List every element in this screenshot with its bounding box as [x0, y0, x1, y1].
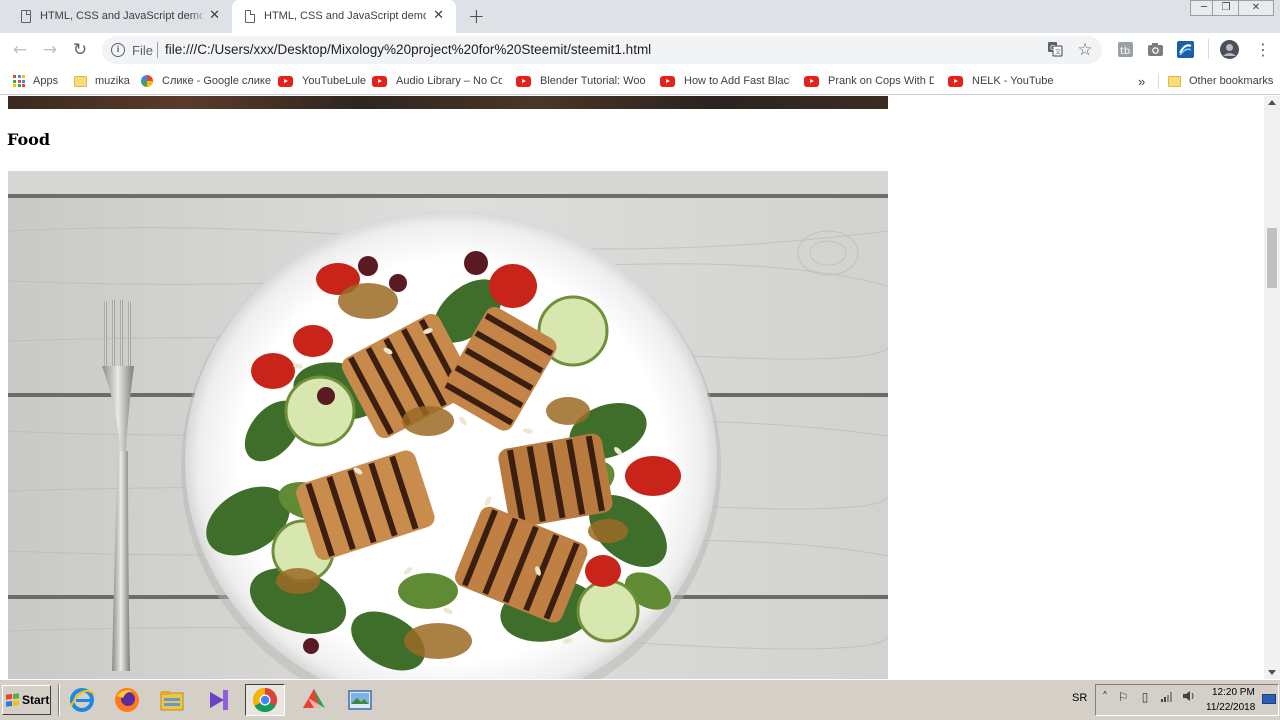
bookmark-label: How to Add Fast Black I	[684, 75, 790, 87]
camera-icon[interactable]	[1147, 41, 1164, 58]
bookmark-label: Apps	[33, 75, 59, 87]
bookmark-apps[interactable]: Apps	[13, 73, 58, 89]
svg-text:文: 文	[1055, 48, 1061, 56]
bookmarks-bar: Apps muzika Слике - Google слике YouTube…	[0, 66, 1280, 95]
tab-close-button[interactable]: ✕	[433, 8, 444, 24]
volume-icon[interactable]	[1182, 690, 1196, 704]
youtube-icon	[660, 75, 675, 87]
image-viewer-icon[interactable]	[340, 684, 380, 716]
clock-date[interactable]: 11/22/2018	[1206, 702, 1255, 713]
taskbar: Start SR ˄ ⚐ ▯ 12:20 PM 11/22/2018	[0, 679, 1280, 720]
tab-title: HTML, CSS and JavaScript demo - Li	[40, 10, 202, 22]
start-button[interactable]: Start	[2, 685, 51, 715]
bookmark-google-photos[interactable]: Слике - Google слике	[141, 73, 271, 89]
bookmark-prank-on-cops[interactable]: Prank on Cops With Do	[804, 73, 934, 89]
action-center-flag-icon[interactable]: ⚐	[1116, 690, 1130, 704]
divider	[1158, 73, 1159, 89]
bookmark-blender-tutorial[interactable]: Blender Tutorial: Wood	[516, 73, 646, 89]
food-image	[8, 171, 888, 679]
show-desktop-icon[interactable]	[1262, 694, 1276, 704]
chrome-icon[interactable]	[245, 684, 285, 716]
youtube-icon	[372, 75, 387, 87]
bookmark-label: Other bookmarks	[1189, 75, 1274, 87]
url-text[interactable]: file:///C:/Users/xxx/Desktop/Mixology%20…	[165, 42, 651, 57]
bookmark-fast-black[interactable]: How to Add Fast Black I	[660, 73, 790, 89]
apps-icon	[13, 75, 25, 87]
youtube-icon	[278, 75, 293, 87]
bookmark-label: Prank on Cops With Do	[828, 75, 934, 87]
translate-icon[interactable]: G文	[1046, 41, 1064, 59]
tab-active[interactable]: HTML, CSS and JavaScript demo ✕	[232, 0, 456, 33]
color-app-icon[interactable]	[294, 684, 334, 716]
folder-icon	[74, 75, 87, 87]
page-viewport: Food	[0, 96, 1264, 679]
photos-icon	[141, 75, 153, 87]
visual-studio-icon[interactable]	[198, 684, 238, 716]
back-button[interactable]: ←	[9, 39, 31, 61]
scroll-up-arrow-icon[interactable]	[1268, 100, 1276, 105]
bookmark-label: YouTubeLule	[302, 75, 367, 87]
address-bar[interactable]: i File file:///C:/Users/xxx/Desktop/Mixo…	[102, 36, 1102, 64]
folder-icon	[1168, 75, 1181, 87]
forward-button[interactable]: →	[39, 39, 61, 61]
tab-title: HTML, CSS and JavaScript demo	[264, 10, 426, 22]
bookmark-star-icon[interactable]: ☆	[1076, 41, 1094, 59]
youtube-icon	[948, 75, 963, 87]
bookmark-label: Слике - Google слике	[162, 75, 271, 87]
restore-button[interactable]: ❐	[1212, 0, 1240, 16]
bookmark-audio-library[interactable]: Audio Library – No Cop	[372, 73, 502, 89]
file-explorer-icon[interactable]	[152, 684, 192, 716]
file-icon	[245, 10, 255, 23]
tab-close-button[interactable]: ✕	[209, 8, 220, 24]
tab-inactive[interactable]: HTML, CSS and JavaScript demo - Li ✕	[8, 0, 232, 33]
extension-icon[interactable]: tb	[1117, 41, 1134, 58]
clock-time[interactable]: 12:20 PM	[1212, 687, 1255, 698]
window-close-button[interactable]: ✕	[1238, 0, 1274, 16]
firefox-icon[interactable]	[107, 684, 147, 716]
section-heading: Food	[7, 130, 51, 149]
youtube-icon	[804, 75, 819, 87]
bookmark-label: Audio Library – No Cop	[396, 75, 502, 87]
show-hidden-icons-icon[interactable]: ˄	[1098, 690, 1112, 704]
avatar[interactable]	[1220, 40, 1239, 59]
bookmark-youtubelule[interactable]: YouTubeLule	[278, 73, 366, 89]
tab-strip: HTML, CSS and JavaScript demo - Li ✕ HTM…	[0, 0, 1280, 33]
windows-logo-icon	[6, 693, 19, 707]
language-indicator[interactable]: SR	[1072, 692, 1087, 704]
previous-section-image	[8, 96, 888, 109]
divider	[157, 42, 158, 58]
info-icon[interactable]: i	[111, 43, 125, 57]
new-tab-button[interactable]: +	[468, 6, 485, 26]
browser-toolbar: ← → ↻ i File file:///C:/Users/xxx/Deskto…	[0, 33, 1280, 66]
divider	[1208, 39, 1209, 59]
bookmark-label: Blender Tutorial: Wood	[540, 75, 646, 87]
bookmark-folder-muzika[interactable]: muzika	[74, 73, 130, 89]
steemit-extension-icon[interactable]	[1177, 41, 1194, 58]
youtube-icon	[516, 75, 531, 87]
start-label: Start	[22, 693, 50, 707]
file-icon	[21, 10, 31, 23]
bookmark-label: NELK - YouTube	[972, 75, 1054, 87]
divider	[58, 684, 60, 716]
internet-explorer-icon[interactable]	[62, 684, 102, 716]
browser-menu-icon[interactable]: ⋮	[1252, 39, 1274, 61]
device-icon[interactable]: ▯	[1138, 690, 1152, 704]
reload-button[interactable]: ↻	[69, 39, 91, 61]
bookmark-other-bookmarks[interactable]: Other bookmarks	[1168, 73, 1273, 89]
scroll-down-arrow-icon[interactable]	[1268, 670, 1276, 675]
bookmark-nelk[interactable]: NELK - YouTube	[948, 73, 1054, 89]
scroll-thumb[interactable]	[1267, 228, 1277, 288]
bookmark-label: muzika	[95, 75, 130, 87]
bookmarks-overflow-button[interactable]: »	[1138, 73, 1145, 89]
url-scheme-label: File	[132, 43, 153, 58]
network-signal-icon[interactable]	[1160, 690, 1174, 704]
vertical-scrollbar[interactable]	[1264, 96, 1280, 679]
svg-text:tb: tb	[1120, 46, 1130, 57]
